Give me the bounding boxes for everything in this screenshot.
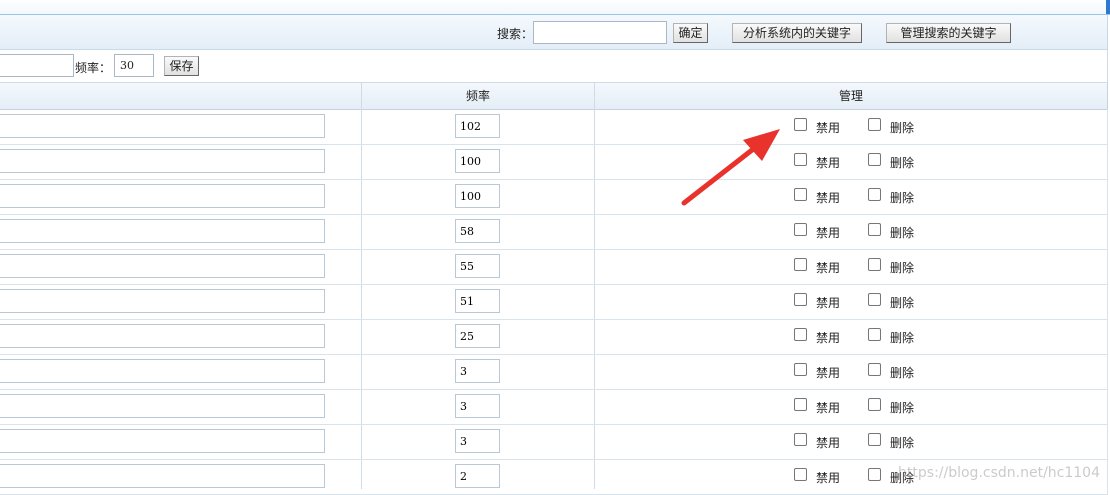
delete-checkbox[interactable] — [868, 433, 881, 446]
delete-label: 删除 — [890, 401, 915, 415]
disable-checkbox[interactable] — [794, 188, 807, 201]
header-keyword — [0, 83, 361, 109]
manage-search-keywords-button[interactable]: 管理搜索的关键字 — [886, 23, 1011, 43]
delete-checkbox[interactable] — [868, 293, 881, 306]
delete-checkbox[interactable] — [868, 118, 881, 131]
table-row: 禁用 删除 — [0, 144, 1108, 180]
frequency-input[interactable] — [455, 359, 500, 383]
frequency-input[interactable] — [455, 114, 500, 138]
disable-label: 禁用 — [816, 471, 841, 485]
table-row: 禁用 删除 — [0, 179, 1108, 215]
delete-label: 删除 — [890, 366, 915, 380]
disable-label: 禁用 — [816, 156, 841, 170]
disable-checkbox[interactable] — [794, 433, 807, 446]
disable-checkbox[interactable] — [794, 468, 807, 481]
save-button[interactable]: 保存 — [164, 56, 199, 76]
table-row: 禁用 删除 — [0, 319, 1108, 355]
disable-label: 禁用 — [816, 296, 841, 310]
table-header: 频率 管理 — [0, 83, 1108, 110]
delete-checkbox[interactable] — [868, 398, 881, 411]
delete-label: 删除 — [890, 331, 915, 345]
disable-label: 禁用 — [816, 261, 841, 275]
table-row: 禁用 删除 — [0, 424, 1108, 460]
header-frequency: 频率 — [465, 89, 490, 103]
table-row: 禁用 删除 — [0, 389, 1108, 425]
delete-label: 删除 — [890, 436, 915, 450]
keyword-input[interactable] — [0, 464, 325, 488]
header-manage: 管理 — [838, 89, 863, 103]
table-row: 禁用 删除 — [0, 109, 1108, 145]
window-top-stripe — [0, 0, 1110, 15]
frequency-input[interactable] — [455, 149, 500, 173]
disable-checkbox[interactable] — [794, 328, 807, 341]
keyword-input[interactable] — [0, 324, 325, 348]
delete-checkbox[interactable] — [868, 363, 881, 376]
disable-checkbox[interactable] — [794, 223, 807, 236]
delete-label: 删除 — [890, 191, 915, 205]
disable-label: 禁用 — [816, 226, 841, 240]
disable-label: 禁用 — [816, 436, 841, 450]
frequency-input[interactable] — [455, 394, 500, 418]
new-frequency-input[interactable] — [114, 54, 154, 77]
search-label: 搜索： — [497, 27, 534, 41]
keyword-input[interactable] — [0, 254, 325, 278]
keyword-input[interactable] — [0, 394, 325, 418]
disable-checkbox[interactable] — [794, 398, 807, 411]
frequency-input[interactable] — [455, 219, 500, 243]
frequency-input[interactable] — [455, 289, 500, 313]
keyword-input[interactable] — [0, 359, 325, 383]
disable-checkbox[interactable] — [794, 153, 807, 166]
delete-label: 删除 — [890, 226, 915, 240]
table-row: 禁用 删除 — [0, 214, 1108, 250]
delete-label: 删除 — [890, 156, 915, 170]
keyword-input[interactable] — [0, 149, 325, 173]
delete-checkbox[interactable] — [868, 188, 881, 201]
disable-label: 禁用 — [816, 366, 841, 380]
delete-label: 删除 — [890, 296, 915, 310]
disable-label: 禁用 — [816, 121, 841, 135]
keyword-input[interactable] — [0, 219, 325, 243]
table-row: 禁用 删除 — [0, 249, 1108, 285]
keyword-input[interactable] — [0, 429, 325, 453]
disable-checkbox[interactable] — [794, 118, 807, 131]
delete-checkbox[interactable] — [868, 468, 881, 481]
table-row: 禁用 删除 — [0, 354, 1108, 390]
keyword-input[interactable] — [0, 184, 325, 208]
keyword-input[interactable] — [0, 114, 325, 138]
analyze-keywords-button[interactable]: 分析系统内的关键字 — [732, 23, 862, 43]
disable-checkbox[interactable] — [794, 363, 807, 376]
frequency-input[interactable] — [455, 184, 500, 208]
search-toolbar: 搜索： 确定 分析系统内的关键字 管理搜索的关键字 — [0, 15, 1108, 50]
disable-label: 禁用 — [816, 331, 841, 345]
new-keyword-input[interactable] — [0, 54, 74, 77]
delete-checkbox[interactable] — [868, 153, 881, 166]
frequency-input[interactable] — [455, 324, 500, 348]
search-input[interactable] — [533, 21, 667, 44]
watermark-text: https://blog.csdn.net/hc1104 — [898, 465, 1100, 481]
disable-label: 禁用 — [816, 401, 841, 415]
delete-label: 删除 — [890, 261, 915, 275]
frequency-input[interactable] — [455, 429, 500, 453]
frequency-input[interactable] — [455, 464, 500, 488]
delete-checkbox[interactable] — [868, 258, 881, 271]
disable-checkbox[interactable] — [794, 293, 807, 306]
delete-label: 删除 — [890, 121, 915, 135]
table-row: 禁用 删除 — [0, 284, 1108, 320]
frequency-input[interactable] — [455, 254, 500, 278]
disable-label: 禁用 — [816, 191, 841, 205]
add-keyword-bar: 频率： 保存 — [0, 50, 1108, 83]
disable-checkbox[interactable] — [794, 258, 807, 271]
delete-checkbox[interactable] — [868, 223, 881, 236]
frequency-label: 频率： — [75, 61, 112, 75]
confirm-button[interactable]: 确定 — [673, 23, 708, 43]
keyword-input[interactable] — [0, 289, 325, 313]
window-edge-accent — [1106, 0, 1110, 14]
delete-checkbox[interactable] — [868, 328, 881, 341]
